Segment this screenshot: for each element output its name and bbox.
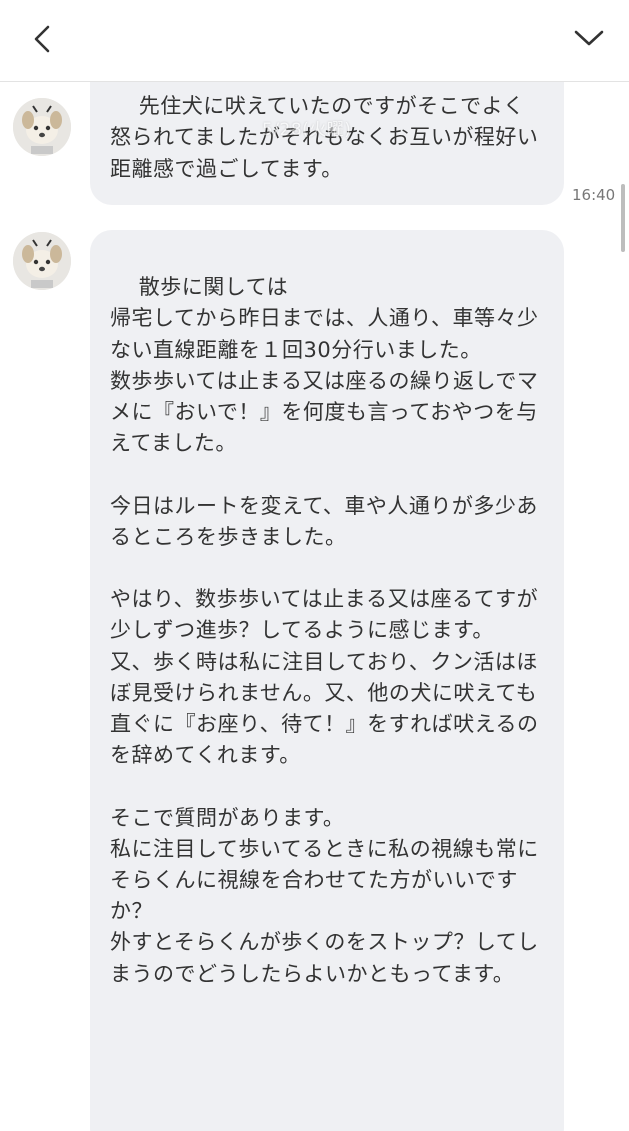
chevron-down-icon [574, 30, 604, 46]
back-button[interactable] [22, 18, 66, 62]
dog-avatar-icon [13, 98, 71, 156]
message-bubble: 先住犬に吠えていたのですがそこでよく怒られてましたがそれもなくお互いが程好い距離… [90, 82, 564, 205]
message-bubble: 散歩に関しては 帰宅してから昨日までは、人通り、車等々少ない直線距離を１回30分… [90, 230, 564, 1131]
message-text: 散歩に関しては 帰宅してから昨日までは、人通り、車等々少ない直線距離を１回30分… [110, 275, 539, 986]
date-chip: 5/28(火曜) [262, 120, 352, 140]
sender-avatar[interactable] [13, 232, 71, 290]
expand-button[interactable] [567, 18, 611, 62]
scrollbar[interactable] [621, 184, 625, 252]
message-timestamp: 16:40 [572, 186, 616, 204]
message-list[interactable]: 先住犬に吠えていたのですがそこでよく怒られてましたがそれもなくお互いが程好い距離… [0, 82, 629, 1131]
chat-header [0, 0, 629, 82]
dog-avatar-icon [13, 232, 71, 290]
chevron-left-icon [34, 25, 50, 53]
sender-avatar[interactable] [13, 98, 71, 156]
